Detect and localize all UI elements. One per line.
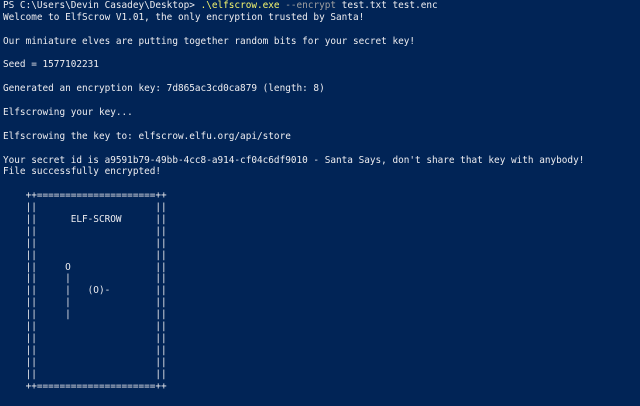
output-line: || | || [3, 309, 167, 321]
output-line: || | || [3, 297, 167, 309]
command-arguments: test.txt test.enc [336, 0, 438, 11]
output-line: Elfscrowing your key... [3, 107, 133, 119]
output-line: || || [3, 356, 167, 368]
output-line: || || [3, 344, 167, 356]
output-line: Welcome to ElfScrow V1.01, the only encr… [3, 11, 365, 23]
output-line: || | (O)- || [3, 285, 167, 297]
output-line: ++=====================++ [3, 190, 167, 202]
output-line: || || [3, 225, 167, 237]
powershell-terminal[interactable]: PS C:\Users\Devin Casadey\Desktop> .\elf… [0, 0, 640, 406]
output-line: || O || [3, 261, 167, 273]
command-line: PS C:\Users\Devin Casadey\Desktop> .\elf… [3, 0, 640, 12]
output-line: Seed = 1577102231 [3, 59, 99, 71]
output-line: Generated an encryption key: 7d865ac3cd0… [3, 83, 325, 95]
output-line: || || [3, 202, 167, 214]
output-line: || || [3, 237, 167, 249]
terminal-output: Welcome to ElfScrow V1.01, the only encr… [3, 12, 640, 393]
command-executable: .\elfscrow.exe [200, 0, 280, 11]
output-line: Your secret id is a9591b79-49bb-4cc8-a91… [3, 154, 585, 166]
output-line: || || [3, 332, 167, 344]
output-line: Elfscrowing the key to: elfscrow.elfu.or… [3, 130, 291, 142]
output-line: || ELF-SCROW || [3, 214, 167, 226]
output-line: || || [3, 368, 167, 380]
output-line: || || [3, 249, 167, 261]
command-parameter: --encrypt [279, 0, 337, 11]
output-line: || | || [3, 273, 167, 285]
prompt: PS C:\Users\Devin Casadey\Desktop> [3, 0, 201, 11]
output-line: || || [3, 321, 167, 333]
output-line: File successfully encrypted! [3, 166, 162, 178]
output-line: ++=====================++ [3, 380, 167, 392]
output-line: Our miniature elves are putting together… [3, 35, 416, 47]
